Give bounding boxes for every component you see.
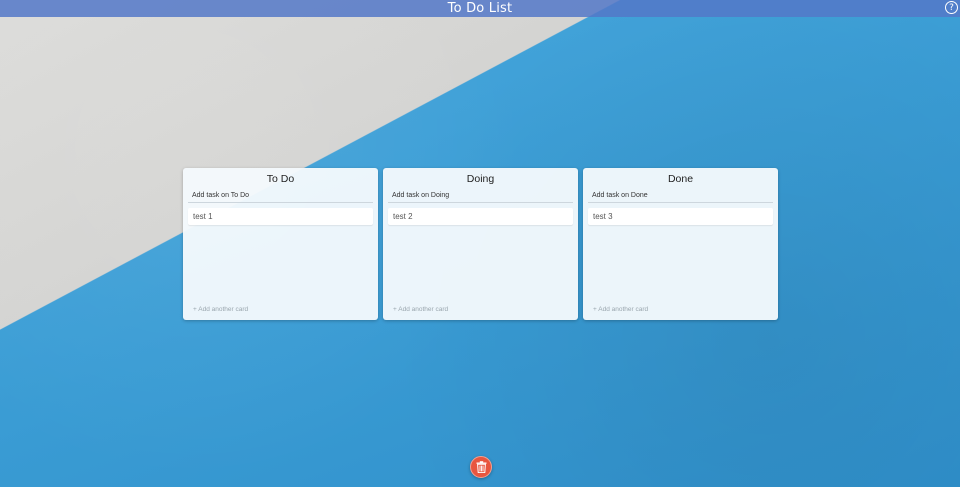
column-title: To Do [266, 173, 295, 185]
trash-button[interactable] [470, 456, 492, 478]
column-title: Done [667, 173, 694, 185]
board: To Do Add task on To Do test 1 + Add ano… [183, 168, 778, 320]
task-card[interactable]: test 2 [388, 208, 573, 225]
help-icon[interactable]: ? [945, 1, 958, 14]
top-bar: To Do List ? [0, 0, 960, 17]
task-card[interactable]: test 1 [188, 208, 373, 225]
task-card[interactable]: test 3 [588, 208, 773, 225]
add-task-input[interactable]: Add task on Done [588, 191, 773, 203]
trash-icon [476, 461, 487, 473]
add-card-button[interactable]: + Add another card [193, 306, 248, 313]
column-title: Doing [466, 173, 495, 185]
column-todo: To Do Add task on To Do test 1 + Add ano… [183, 168, 378, 320]
column-done: Done Add task on Done test 3 + Add anoth… [583, 168, 778, 320]
add-task-input[interactable]: Add task on To Do [188, 191, 373, 203]
add-card-button[interactable]: + Add another card [593, 306, 648, 313]
add-task-input[interactable]: Add task on Doing [388, 191, 573, 203]
column-doing: Doing Add task on Doing test 2 + Add ano… [383, 168, 578, 320]
app-title: To Do List [447, 1, 513, 16]
add-card-button[interactable]: + Add another card [393, 306, 448, 313]
